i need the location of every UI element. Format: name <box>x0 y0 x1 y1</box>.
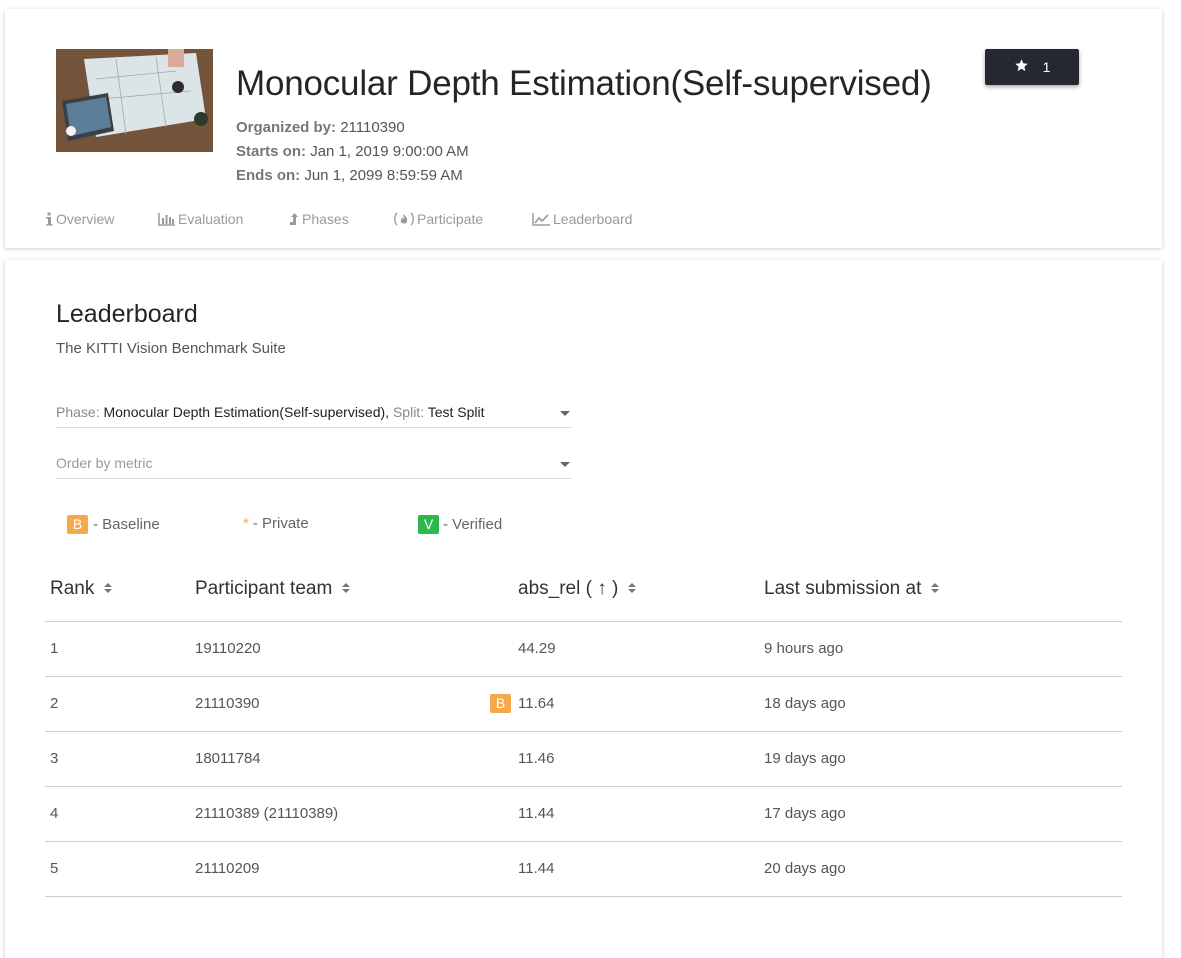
start-date-line: Starts on: Jan 1, 2019 9:00:00 AM <box>236 143 469 160</box>
end-date-value: Jun 1, 2099 8:59:59 AM <box>304 167 463 184</box>
rank-cell: 5 <box>45 841 195 897</box>
private-text: - Private <box>252 515 309 532</box>
tab-overview[interactable]: Overview <box>45 211 158 227</box>
baseline-badge: B <box>490 693 511 713</box>
challenge-thumbnail <box>56 49 213 152</box>
phase-label: Phase: <box>56 404 100 420</box>
leaderboard-card: Leaderboard The KITTI Vision Benchmark S… <box>5 260 1162 958</box>
abs-rel-cell: 44.29 <box>518 621 764 677</box>
team-cell: 21110209 <box>195 841 518 897</box>
last-submission-cell: 19 days ago <box>764 731 1122 787</box>
team-name: 21110390 <box>195 695 260 712</box>
sort-icon <box>342 583 351 594</box>
team-cell: 21110390 B <box>195 676 518 732</box>
organizer-value: 21110390 <box>340 119 405 136</box>
tab-label: Leaderboard <box>553 211 633 227</box>
tab-label: Participate <box>417 211 484 227</box>
abs-rel-cell: 11.64 <box>518 676 764 732</box>
private-mark: * <box>243 515 249 532</box>
bar-chart-icon <box>158 212 175 226</box>
abs-rel-cell: 11.44 <box>518 841 764 897</box>
split-label: Split: <box>392 404 425 420</box>
abs-rel-cell: 11.44 <box>518 786 764 842</box>
line-chart-icon <box>532 212 550 226</box>
last-submission-cell: 17 days ago <box>764 786 1122 842</box>
baseline-text: - Baseline <box>93 516 160 533</box>
end-date-label: Ends on: <box>236 167 301 184</box>
challenge-tabs: Overview Evaluation Phases Participate L… <box>45 211 652 227</box>
organizer-label: Organized by: <box>236 119 337 136</box>
leaderboard-subtitle: The KITTI Vision Benchmark Suite <box>56 340 286 357</box>
baseline-badge: B <box>67 515 88 534</box>
rank-cell: 3 <box>45 731 195 787</box>
table-row: 4 21110389 (21110389) 11.44 17 days ago <box>45 786 1122 842</box>
team-cell: 18011784 <box>195 731 518 787</box>
last-submission-cell: 9 hours ago <box>764 621 1122 677</box>
arrow-up-icon <box>290 212 299 226</box>
challenge-title: Monocular Depth Estimation(Self-supervis… <box>236 64 932 103</box>
verified-text: - Verified <box>443 516 503 533</box>
team-cell: 19110220 <box>195 621 518 677</box>
column-header-abs-rel[interactable]: abs_rel ( ↑ ) <box>518 558 764 622</box>
table-row: 1 19110220 44.29 9 hours ago <box>45 621 1122 677</box>
abs-rel-cell: 11.46 <box>518 731 764 787</box>
sort-icon <box>104 583 113 594</box>
last-submission-cell: 18 days ago <box>764 676 1122 732</box>
table-row: 5 21110209 11.44 20 days ago <box>45 841 1122 897</box>
leaderboard-table: Rank Participant team abs_rel ( ↑ ) Last… <box>45 558 1122 897</box>
sort-icon <box>628 583 637 594</box>
tab-label: Phases <box>302 211 349 227</box>
tab-leaderboard[interactable]: Leaderboard <box>532 211 652 227</box>
tab-phases[interactable]: Phases <box>290 211 394 227</box>
phase-value: Monocular Depth Estimation(Self-supervis… <box>103 404 390 420</box>
end-date-line: Ends on: Jun 1, 2099 8:59:59 AM <box>236 167 463 184</box>
start-date-value: Jan 1, 2019 9:00:00 AM <box>310 143 469 160</box>
column-header-rank[interactable]: Rank <box>45 558 195 622</box>
star-count: 1 <box>1042 59 1051 75</box>
split-value: Test Split <box>427 404 485 420</box>
challenge-header-card: Monocular Depth Estimation(Self-supervis… <box>5 9 1162 248</box>
rank-cell: 2 <box>45 676 195 732</box>
table-row: 3 18011784 11.46 19 days ago <box>45 731 1122 787</box>
star-icon <box>1014 58 1029 76</box>
tab-evaluation[interactable]: Evaluation <box>158 211 290 227</box>
column-header-last-submission[interactable]: Last submission at <box>764 558 1122 622</box>
rank-cell: 1 <box>45 621 195 677</box>
legend-private: * - Private <box>243 515 309 532</box>
start-date-label: Starts on: <box>236 143 307 160</box>
tab-participate[interactable]: Participate <box>394 211 532 227</box>
legend-baseline: B - Baseline <box>67 515 160 534</box>
phase-split-select[interactable]: Phase: Monocular Depth Estimation(Self-s… <box>56 398 572 428</box>
tab-label: Overview <box>56 211 115 227</box>
tab-label: Evaluation <box>178 211 244 227</box>
rank-cell: 4 <box>45 786 195 842</box>
leaderboard-title: Leaderboard <box>56 300 198 328</box>
legend-verified: V - Verified <box>418 515 502 534</box>
chevron-down-icon <box>560 462 570 467</box>
organizer-line: Organized by: 21110390 <box>236 119 405 136</box>
team-cell: 21110389 (21110389) <box>195 786 518 842</box>
column-header-team[interactable]: Participant team <box>195 558 518 622</box>
chevron-down-icon <box>560 411 570 416</box>
order-by-placeholder: Order by metric <box>56 455 153 471</box>
star-button[interactable]: 1 <box>985 49 1079 85</box>
order-by-metric-select[interactable]: Order by metric <box>56 449 572 479</box>
table-header-row: Rank Participant team abs_rel ( ↑ ) Last… <box>45 558 1122 622</box>
table-row: 2 21110390 B 11.64 18 days ago <box>45 676 1122 732</box>
last-submission-cell: 20 days ago <box>764 841 1122 897</box>
sort-icon <box>931 583 940 594</box>
flame-icon <box>394 212 414 226</box>
info-icon <box>45 212 53 226</box>
verified-badge: V <box>418 515 439 534</box>
